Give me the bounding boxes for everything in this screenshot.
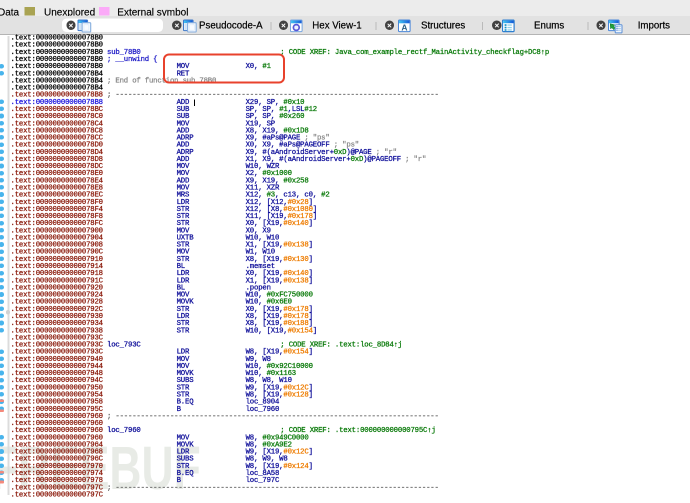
svg-text:A: A xyxy=(401,23,407,33)
